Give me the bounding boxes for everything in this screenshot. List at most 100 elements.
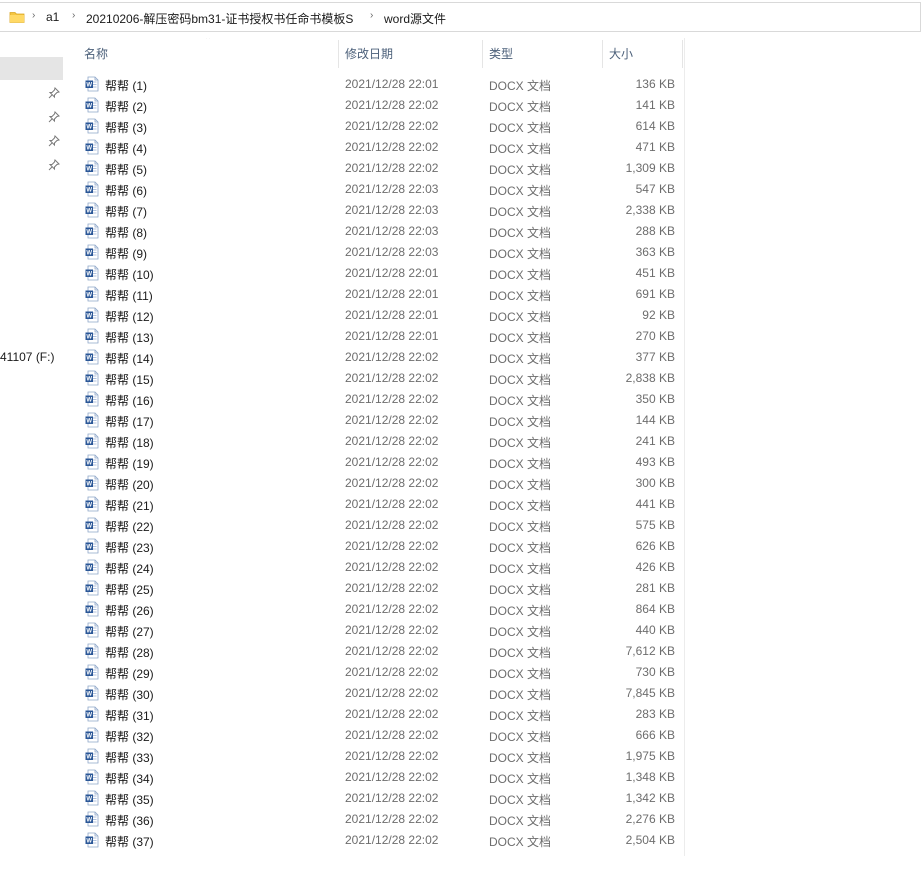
file-row[interactable]: W 帮帮 (2) 2021/12/28 22:02 DOCX 文档 141 KB — [67, 95, 684, 116]
file-row[interactable]: W 帮帮 (22) 2021/12/28 22:02 DOCX 文档 575 K… — [67, 515, 684, 536]
file-modified-date: 2021/12/28 22:02 — [345, 581, 439, 595]
file-row[interactable]: W 帮帮 (19) 2021/12/28 22:02 DOCX 文档 493 K… — [67, 452, 684, 473]
word-document-icon: W — [85, 97, 99, 113]
pin-icon[interactable] — [48, 111, 60, 123]
file-row[interactable]: W 帮帮 (23) 2021/12/28 22:02 DOCX 文档 626 K… — [67, 536, 684, 557]
file-row[interactable]: W 帮帮 (37) 2021/12/28 22:02 DOCX 文档 2,504… — [67, 830, 684, 851]
file-type: DOCX 文档 — [489, 310, 552, 324]
file-size: 377 KB — [635, 350, 675, 364]
file-row[interactable]: W 帮帮 (20) 2021/12/28 22:02 DOCX 文档 300 K… — [67, 473, 684, 494]
word-document-icon: W — [85, 538, 99, 554]
column-divider[interactable] — [682, 40, 683, 68]
chevron-right-icon[interactable]: › — [72, 10, 75, 21]
column-header-name[interactable]: 名称 — [84, 40, 108, 68]
breadcrumb-item-current[interactable]: word源文件 — [384, 10, 446, 27]
svg-text:W: W — [86, 335, 92, 341]
file-row[interactable]: W 帮帮 (13) 2021/12/28 22:01 DOCX 文档 270 K… — [67, 326, 684, 347]
svg-text:W: W — [86, 734, 92, 740]
chevron-right-icon[interactable]: › — [370, 10, 373, 21]
file-modified-date: 2021/12/28 22:01 — [345, 329, 439, 343]
breadcrumb-item-folder[interactable]: 20210206-解压密码bm31-证书授权书任命书模板S — [86, 10, 353, 27]
file-row[interactable]: W 帮帮 (24) 2021/12/28 22:02 DOCX 文档 426 K… — [67, 557, 684, 578]
file-row[interactable]: W 帮帮 (17) 2021/12/28 22:02 DOCX 文档 144 K… — [67, 410, 684, 431]
file-type: DOCX 文档 — [489, 604, 552, 618]
file-row[interactable]: W 帮帮 (11) 2021/12/28 22:01 DOCX 文档 691 K… — [67, 284, 684, 305]
file-row[interactable]: W 帮帮 (27) 2021/12/28 22:02 DOCX 文档 440 K… — [67, 620, 684, 641]
file-row[interactable]: W 帮帮 (35) 2021/12/28 22:02 DOCX 文档 1,342… — [67, 788, 684, 809]
file-size: 1,309 KB — [625, 161, 675, 175]
file-row[interactable]: W 帮帮 (28) 2021/12/28 22:02 DOCX 文档 7,612… — [67, 641, 684, 662]
file-row[interactable]: W 帮帮 (1) 2021/12/28 22:01 DOCX 文档 136 KB — [67, 74, 684, 95]
file-row[interactable]: W 帮帮 (7) 2021/12/28 22:03 DOCX 文档 2,338 … — [67, 200, 684, 221]
file-row[interactable]: W 帮帮 (15) 2021/12/28 22:02 DOCX 文档 2,838… — [67, 368, 684, 389]
file-row[interactable]: W 帮帮 (3) 2021/12/28 22:02 DOCX 文档 614 KB — [67, 116, 684, 137]
file-modified-date: 2021/12/28 22:02 — [345, 749, 439, 763]
pin-icon[interactable] — [48, 87, 60, 99]
file-size: 547 KB — [635, 182, 675, 196]
file-size: 144 KB — [635, 413, 675, 427]
column-divider[interactable] — [482, 40, 483, 68]
address-bar[interactable]: › a1 › 20210206-解压密码bm31-证书授权书任命书模板S › w… — [0, 2, 921, 32]
file-size: 363 KB — [635, 245, 675, 259]
svg-text:W: W — [86, 713, 92, 719]
file-type: DOCX 文档 — [489, 226, 552, 240]
file-row[interactable]: W 帮帮 (25) 2021/12/28 22:02 DOCX 文档 281 K… — [67, 578, 684, 599]
file-row[interactable]: W 帮帮 (14) 2021/12/28 22:02 DOCX 文档 377 K… — [67, 347, 684, 368]
file-row[interactable]: W 帮帮 (34) 2021/12/28 22:02 DOCX 文档 1,348… — [67, 767, 684, 788]
column-header-date[interactable]: 修改日期 — [345, 40, 393, 68]
svg-text:W: W — [86, 272, 92, 278]
file-row[interactable]: W 帮帮 (26) 2021/12/28 22:02 DOCX 文档 864 K… — [67, 599, 684, 620]
file-row[interactable]: W 帮帮 (29) 2021/12/28 22:02 DOCX 文档 730 K… — [67, 662, 684, 683]
word-document-icon: W — [85, 517, 99, 533]
file-type: DOCX 文档 — [489, 793, 552, 807]
file-size: 1,348 KB — [625, 770, 675, 784]
nav-selected-item[interactable] — [0, 57, 63, 80]
file-row[interactable]: W 帮帮 (5) 2021/12/28 22:02 DOCX 文档 1,309 … — [67, 158, 684, 179]
file-name: 帮帮 (32) — [105, 730, 154, 744]
file-size: 2,504 KB — [625, 833, 675, 847]
file-type: DOCX 文档 — [489, 79, 552, 93]
file-name: 帮帮 (37) — [105, 835, 154, 849]
file-row[interactable]: W 帮帮 (4) 2021/12/28 22:02 DOCX 文档 471 KB — [67, 137, 684, 158]
file-name: 帮帮 (13) — [105, 331, 154, 345]
file-name: 帮帮 (27) — [105, 625, 154, 639]
file-row[interactable]: W 帮帮 (9) 2021/12/28 22:03 DOCX 文档 363 KB — [67, 242, 684, 263]
word-document-icon: W — [85, 181, 99, 197]
file-type: DOCX 文档 — [489, 415, 552, 429]
chevron-right-icon[interactable]: › — [32, 10, 35, 21]
file-modified-date: 2021/12/28 22:02 — [345, 770, 439, 784]
file-modified-date: 2021/12/28 22:02 — [345, 455, 439, 469]
svg-text:W: W — [86, 482, 92, 488]
column-header-size[interactable]: 大小 — [609, 40, 633, 68]
file-row[interactable]: W 帮帮 (33) 2021/12/28 22:02 DOCX 文档 1,975… — [67, 746, 684, 767]
breadcrumb-item-a1[interactable]: a1 — [46, 10, 59, 24]
file-row[interactable]: W 帮帮 (36) 2021/12/28 22:02 DOCX 文档 2,276… — [67, 809, 684, 830]
column-divider[interactable] — [602, 40, 603, 68]
file-row[interactable]: W 帮帮 (32) 2021/12/28 22:02 DOCX 文档 666 K… — [67, 725, 684, 746]
file-row[interactable]: W 帮帮 (12) 2021/12/28 22:01 DOCX 文档 92 KB — [67, 305, 684, 326]
file-row[interactable]: W 帮帮 (8) 2021/12/28 22:03 DOCX 文档 288 KB — [67, 221, 684, 242]
file-name: 帮帮 (6) — [105, 184, 148, 198]
file-row[interactable]: W 帮帮 (30) 2021/12/28 22:02 DOCX 文档 7,845… — [67, 683, 684, 704]
svg-text:W: W — [86, 587, 92, 593]
pin-icon[interactable] — [48, 159, 60, 171]
file-row[interactable]: W 帮帮 (16) 2021/12/28 22:02 DOCX 文档 350 K… — [67, 389, 684, 410]
word-document-icon: W — [85, 832, 99, 848]
nav-drive-item[interactable]: 41107 (F:) — [0, 350, 54, 364]
word-document-icon: W — [85, 748, 99, 764]
column-header-type[interactable]: 类型 — [489, 40, 513, 68]
file-row[interactable]: W 帮帮 (31) 2021/12/28 22:02 DOCX 文档 283 K… — [67, 704, 684, 725]
column-divider[interactable] — [338, 40, 339, 68]
file-type: DOCX 文档 — [489, 667, 552, 681]
file-name: 帮帮 (18) — [105, 436, 154, 450]
file-row[interactable]: W 帮帮 (18) 2021/12/28 22:02 DOCX 文档 241 K… — [67, 431, 684, 452]
file-type: DOCX 文档 — [489, 289, 552, 303]
file-row[interactable]: W 帮帮 (21) 2021/12/28 22:02 DOCX 文档 441 K… — [67, 494, 684, 515]
file-modified-date: 2021/12/28 22:02 — [345, 602, 439, 616]
pin-icon[interactable] — [48, 135, 60, 147]
file-type: DOCX 文档 — [489, 751, 552, 765]
file-row[interactable]: W 帮帮 (10) 2021/12/28 22:01 DOCX 文档 451 K… — [67, 263, 684, 284]
file-type: DOCX 文档 — [489, 625, 552, 639]
file-list[interactable]: ⌃ 名称 修改日期 类型 大小 W 帮帮 (1) 2021/12/28 22:0… — [67, 38, 685, 856]
file-row[interactable]: W 帮帮 (6) 2021/12/28 22:03 DOCX 文档 547 KB — [67, 179, 684, 200]
